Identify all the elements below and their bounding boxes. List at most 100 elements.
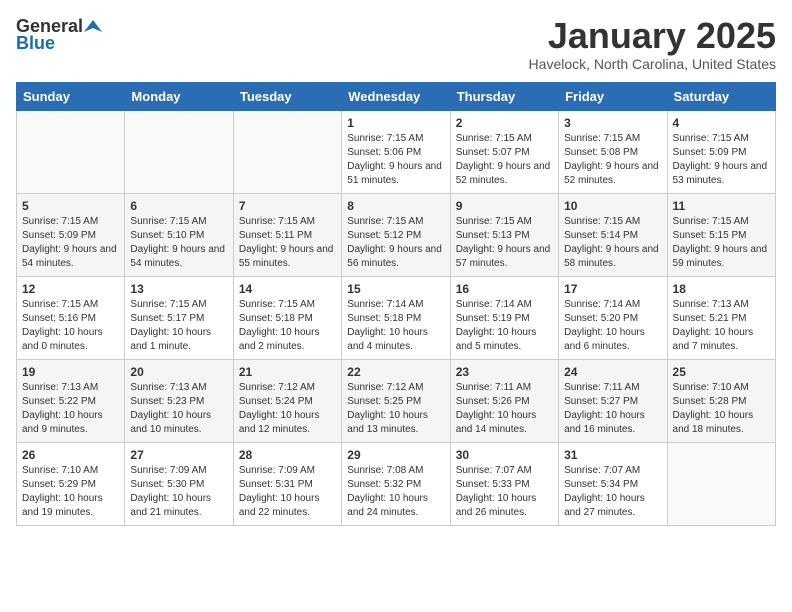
calendar-cell: 27 Sunrise: 7:09 AM Sunset: 5:30 PM Dayli… — [125, 442, 233, 525]
day-number: 6 — [130, 199, 227, 213]
day-info: Sunrise: 7:15 AM Sunset: 5:12 PM Dayligh… — [347, 215, 444, 271]
day-info: Sunrise: 7:13 AM Sunset: 5:22 PM Dayligh… — [22, 381, 119, 437]
day-info: Sunrise: 7:15 AM Sunset: 5:07 PM Dayligh… — [456, 132, 553, 188]
day-info: Sunrise: 7:07 AM Sunset: 5:33 PM Dayligh… — [456, 464, 553, 520]
day-number: 29 — [347, 448, 444, 462]
calendar-cell: 26Sunrise: 7:10 AM Sunset: 5:29 PM Dayli… — [17, 442, 125, 525]
day-info: Sunrise: 7:07 AM Sunset: 5:34 PM Dayligh… — [564, 464, 661, 520]
calendar-cell — [17, 110, 125, 193]
calendar-cell: 12 Sunrise: 7:15 AM Sunset: 5:16 PM Dayli… — [17, 276, 125, 359]
day-info: Sunrise: 7:14 AM Sunset: 5:19 PM Dayligh… — [456, 298, 553, 354]
day-of-week-header: Tuesday — [233, 82, 341, 110]
day-number: 11 — [673, 199, 770, 213]
day-info: Sunrise: 7:09 AM Sunset: 5:30 PM Dayligh… — [130, 464, 227, 520]
day-number: 22 — [347, 365, 444, 379]
day-info: Sunrise: 7:12 AM Sunset: 5:24 PM Dayligh… — [239, 381, 336, 437]
calendar-cell: 24Sunrise: 7:11 AM Sunset: 5:27 PM Dayli… — [559, 359, 667, 442]
calendar-cell: 21 Sunrise: 7:12 AM Sunset: 5:24 PM Dayli… — [233, 359, 341, 442]
day-info: Sunrise: 7:15 AM Sunset: 5:08 PM Dayligh… — [564, 132, 661, 188]
calendar-cell: 11 Sunrise: 7:15 AM Sunset: 5:15 PM Dayli… — [667, 193, 775, 276]
calendar-cell: 3 Sunrise: 7:15 AM Sunset: 5:08 PM Daylig… — [559, 110, 667, 193]
day-info: Sunrise: 7:14 AM Sunset: 5:18 PM Dayligh… — [347, 298, 444, 354]
day-of-week-header: Sunday — [17, 82, 125, 110]
day-info: Sunrise: 7:12 AM Sunset: 5:25 PM Dayligh… — [347, 381, 444, 437]
calendar-cell: 16 Sunrise: 7:14 AM Sunset: 5:19 PM Dayli… — [450, 276, 558, 359]
day-number: 7 — [239, 199, 336, 213]
day-number: 19 — [22, 365, 119, 379]
day-number: 27 — [130, 448, 227, 462]
calendar-cell: 30Sunrise: 7:07 AM Sunset: 5:33 PM Dayli… — [450, 442, 558, 525]
day-number: 20 — [130, 365, 227, 379]
calendar-cell: 13Sunrise: 7:15 AM Sunset: 5:17 PM Dayli… — [125, 276, 233, 359]
day-number: 3 — [564, 116, 661, 130]
day-of-week-header: Wednesday — [342, 82, 450, 110]
calendar-cell — [125, 110, 233, 193]
calendar-cell: 9 Sunrise: 7:15 AM Sunset: 5:13 PM Daylig… — [450, 193, 558, 276]
day-number: 8 — [347, 199, 444, 213]
day-info: Sunrise: 7:13 AM Sunset: 5:23 PM Dayligh… — [130, 381, 227, 437]
day-info: Sunrise: 7:11 AM Sunset: 5:26 PM Dayligh… — [456, 381, 553, 437]
day-number: 12 — [22, 282, 119, 296]
day-info: Sunrise: 7:15 AM Sunset: 5:15 PM Dayligh… — [673, 215, 770, 271]
calendar-week-row: 26Sunrise: 7:10 AM Sunset: 5:29 PM Dayli… — [17, 442, 776, 525]
day-of-week-header: Monday — [125, 82, 233, 110]
day-of-week-header: Thursday — [450, 82, 558, 110]
day-info: Sunrise: 7:15 AM Sunset: 5:10 PM Dayligh… — [130, 215, 227, 271]
calendar-cell: 1 Sunrise: 7:15 AM Sunset: 5:06 PM Daylig… — [342, 110, 450, 193]
day-number: 25 — [673, 365, 770, 379]
day-number: 16 — [456, 282, 553, 296]
day-info: Sunrise: 7:15 AM Sunset: 5:18 PM Dayligh… — [239, 298, 336, 354]
calendar-cell: 7 Sunrise: 7:15 AM Sunset: 5:11 PM Daylig… — [233, 193, 341, 276]
calendar-week-row: 5 Sunrise: 7:15 AM Sunset: 5:09 PM Daylig… — [17, 193, 776, 276]
calendar-table: SundayMondayTuesdayWednesdayThursdayFrid… — [16, 82, 776, 526]
day-info: Sunrise: 7:13 AM Sunset: 5:21 PM Dayligh… — [673, 298, 770, 354]
page-header: General Blue January 2025 Havelock, Nort… — [16, 16, 776, 72]
calendar-cell: 8 Sunrise: 7:15 AM Sunset: 5:12 PM Daylig… — [342, 193, 450, 276]
calendar-header-row: SundayMondayTuesdayWednesdayThursdayFrid… — [17, 82, 776, 110]
day-number: 24 — [564, 365, 661, 379]
calendar-cell: 19 Sunrise: 7:13 AM Sunset: 5:22 PM Dayli… — [17, 359, 125, 442]
calendar-cell: 22 Sunrise: 7:12 AM Sunset: 5:25 PM Dayli… — [342, 359, 450, 442]
day-info: Sunrise: 7:15 AM Sunset: 5:06 PM Dayligh… — [347, 132, 444, 188]
calendar-cell: 18 Sunrise: 7:13 AM Sunset: 5:21 PM Dayli… — [667, 276, 775, 359]
calendar-cell: 23Sunrise: 7:11 AM Sunset: 5:26 PM Dayli… — [450, 359, 558, 442]
day-info: Sunrise: 7:15 AM Sunset: 5:09 PM Dayligh… — [22, 215, 119, 271]
calendar-cell: 31Sunrise: 7:07 AM Sunset: 5:34 PM Dayli… — [559, 442, 667, 525]
day-info: Sunrise: 7:15 AM Sunset: 5:16 PM Dayligh… — [22, 298, 119, 354]
day-number: 5 — [22, 199, 119, 213]
day-info: Sunrise: 7:15 AM Sunset: 5:13 PM Dayligh… — [456, 215, 553, 271]
day-number: 2 — [456, 116, 553, 130]
calendar-cell: 2 Sunrise: 7:15 AM Sunset: 5:07 PM Daylig… — [450, 110, 558, 193]
day-of-week-header: Friday — [559, 82, 667, 110]
day-number: 10 — [564, 199, 661, 213]
logo-bird-icon — [84, 18, 102, 36]
day-of-week-header: Saturday — [667, 82, 775, 110]
day-number: 15 — [347, 282, 444, 296]
logo: General Blue — [16, 16, 102, 54]
day-number: 21 — [239, 365, 336, 379]
calendar-cell: 29 Sunrise: 7:08 AM Sunset: 5:32 PM Dayli… — [342, 442, 450, 525]
location-subtitle: Havelock, North Carolina, United States — [529, 56, 776, 72]
calendar-cell — [667, 442, 775, 525]
day-info: Sunrise: 7:15 AM Sunset: 5:11 PM Dayligh… — [239, 215, 336, 271]
calendar-cell: 5 Sunrise: 7:15 AM Sunset: 5:09 PM Daylig… — [17, 193, 125, 276]
day-number: 14 — [239, 282, 336, 296]
calendar-cell: 14 Sunrise: 7:15 AM Sunset: 5:18 PM Dayli… — [233, 276, 341, 359]
calendar-cell: 17 Sunrise: 7:14 AM Sunset: 5:20 PM Dayli… — [559, 276, 667, 359]
calendar-cell: 4 Sunrise: 7:15 AM Sunset: 5:09 PM Daylig… — [667, 110, 775, 193]
calendar-week-row: 1 Sunrise: 7:15 AM Sunset: 5:06 PM Daylig… — [17, 110, 776, 193]
day-info: Sunrise: 7:08 AM Sunset: 5:32 PM Dayligh… — [347, 464, 444, 520]
day-number: 17 — [564, 282, 661, 296]
calendar-week-row: 19 Sunrise: 7:13 AM Sunset: 5:22 PM Dayli… — [17, 359, 776, 442]
calendar-cell: 20 Sunrise: 7:13 AM Sunset: 5:23 PM Dayli… — [125, 359, 233, 442]
calendar-week-row: 12 Sunrise: 7:15 AM Sunset: 5:16 PM Dayli… — [17, 276, 776, 359]
day-number: 4 — [673, 116, 770, 130]
calendar-cell: 10Sunrise: 7:15 AM Sunset: 5:14 PM Dayli… — [559, 193, 667, 276]
day-number: 18 — [673, 282, 770, 296]
calendar-cell: 15 Sunrise: 7:14 AM Sunset: 5:18 PM Dayli… — [342, 276, 450, 359]
day-number: 26 — [22, 448, 119, 462]
day-number: 1 — [347, 116, 444, 130]
day-info: Sunrise: 7:14 AM Sunset: 5:20 PM Dayligh… — [564, 298, 661, 354]
day-number: 9 — [456, 199, 553, 213]
day-info: Sunrise: 7:15 AM Sunset: 5:09 PM Dayligh… — [673, 132, 770, 188]
